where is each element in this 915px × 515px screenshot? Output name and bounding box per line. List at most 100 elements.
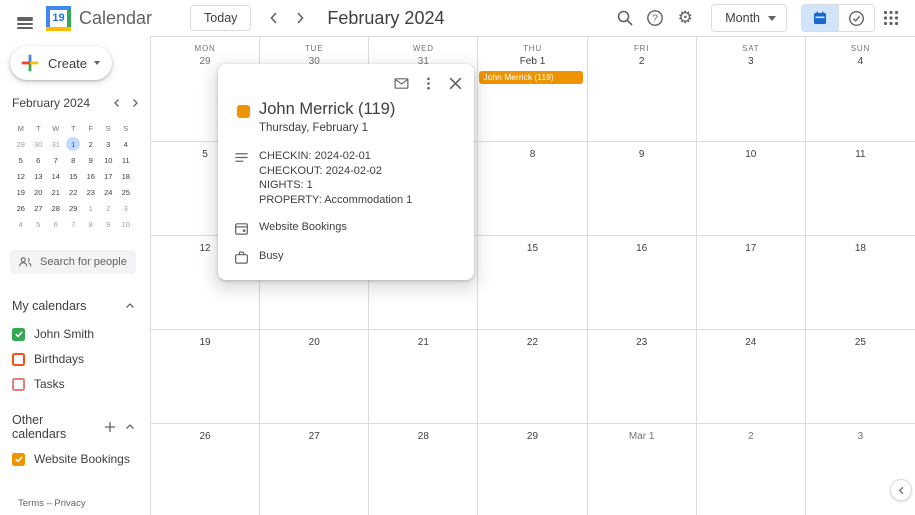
day-cell[interactable]: Mar 1 bbox=[588, 424, 697, 515]
day-cell[interactable]: 27 bbox=[260, 424, 369, 515]
mini-day[interactable]: 3 bbox=[117, 200, 135, 216]
show-side-panel-button[interactable] bbox=[890, 479, 912, 501]
search-for-people-input[interactable]: Search for people bbox=[10, 250, 136, 274]
day-cell[interactable]: 22 bbox=[478, 330, 587, 424]
day-cell[interactable]: FRI2 bbox=[588, 37, 697, 142]
mini-day[interactable]: 27 bbox=[30, 200, 48, 216]
view-selector-dropdown[interactable]: Month bbox=[711, 4, 787, 32]
day-cell[interactable]: SAT3 bbox=[697, 37, 806, 142]
close-button[interactable] bbox=[445, 73, 465, 93]
mini-day[interactable]: 13 bbox=[30, 168, 48, 184]
mini-day[interactable]: 2 bbox=[100, 200, 118, 216]
mini-day[interactable]: 10 bbox=[117, 216, 135, 232]
calendar-checkbox[interactable] bbox=[12, 378, 25, 391]
today-button[interactable]: Today bbox=[190, 5, 251, 31]
mini-day[interactable]: 11 bbox=[117, 152, 135, 168]
mini-prev-month-button[interactable] bbox=[108, 94, 126, 112]
main-menu-button[interactable] bbox=[8, 4, 42, 32]
day-cell[interactable]: 23 bbox=[588, 330, 697, 424]
mini-day[interactable]: 18 bbox=[117, 168, 135, 184]
options-button[interactable] bbox=[418, 73, 438, 93]
mini-day[interactable]: 7 bbox=[65, 216, 83, 232]
mini-day[interactable]: 4 bbox=[117, 136, 135, 152]
mini-day[interactable]: 20 bbox=[30, 184, 48, 200]
day-cell[interactable]: 18 bbox=[806, 236, 915, 330]
mini-day[interactable]: 10 bbox=[100, 152, 118, 168]
terms-privacy-links[interactable]: Terms – Privacy bbox=[18, 498, 86, 509]
mini-next-month-button[interactable] bbox=[126, 94, 144, 112]
mini-day[interactable]: 3 bbox=[100, 136, 118, 152]
day-cell[interactable]: 26 bbox=[151, 424, 260, 515]
calendar-list-item[interactable]: Birthdays bbox=[12, 352, 140, 366]
day-cell[interactable]: 20 bbox=[260, 330, 369, 424]
day-cell[interactable]: 29 bbox=[478, 424, 587, 515]
mini-day[interactable]: 6 bbox=[30, 152, 48, 168]
mini-day[interactable]: 4 bbox=[12, 216, 30, 232]
mini-day[interactable]: 9 bbox=[100, 216, 118, 232]
day-cell[interactable]: 11 bbox=[806, 142, 915, 236]
mini-day[interactable]: 30 bbox=[30, 136, 48, 152]
day-cell[interactable]: 10 bbox=[697, 142, 806, 236]
mini-day[interactable]: 9 bbox=[82, 152, 100, 168]
settings-button[interactable]: ⚙ bbox=[671, 4, 699, 32]
day-cell[interactable]: 25 bbox=[806, 330, 915, 424]
mini-day[interactable]: 22 bbox=[65, 184, 83, 200]
day-cell[interactable]: 24 bbox=[697, 330, 806, 424]
calendar-list-item[interactable]: Tasks bbox=[12, 377, 140, 391]
mini-day[interactable]: 12 bbox=[12, 168, 30, 184]
mini-day[interactable]: 31 bbox=[47, 136, 65, 152]
mini-day[interactable]: 15 bbox=[65, 168, 83, 184]
mini-day[interactable]: 21 bbox=[47, 184, 65, 200]
day-cell[interactable]: 15 bbox=[478, 236, 587, 330]
mini-day[interactable]: 29 bbox=[65, 200, 83, 216]
mini-day[interactable]: 16 bbox=[82, 168, 100, 184]
calendar-checkbox[interactable] bbox=[12, 353, 25, 366]
day-cell[interactable]: SUN4 bbox=[806, 37, 915, 142]
day-cell[interactable]: 8 bbox=[478, 142, 587, 236]
google-apps-button[interactable] bbox=[877, 4, 905, 32]
mini-day[interactable]: 26 bbox=[12, 200, 30, 216]
calendar-checkbox[interactable] bbox=[12, 328, 25, 341]
mini-day[interactable]: 24 bbox=[100, 184, 118, 200]
mini-day[interactable]: 17 bbox=[100, 168, 118, 184]
day-cell[interactable]: 9 bbox=[588, 142, 697, 236]
mini-day[interactable]: 8 bbox=[82, 216, 100, 232]
day-cell[interactable]: 16 bbox=[588, 236, 697, 330]
day-cell[interactable]: 28 bbox=[369, 424, 478, 515]
day-cell[interactable]: 3 bbox=[806, 424, 915, 515]
calendar-list-item[interactable]: Website Bookings bbox=[12, 452, 140, 466]
mini-day[interactable]: 5 bbox=[30, 216, 48, 232]
mini-day[interactable]: 28 bbox=[47, 200, 65, 216]
next-month-button[interactable] bbox=[287, 4, 313, 32]
mini-day[interactable]: 14 bbox=[47, 168, 65, 184]
mini-day[interactable]: 1 bbox=[82, 200, 100, 216]
mini-day[interactable]: 23 bbox=[82, 184, 100, 200]
mini-day[interactable]: 19 bbox=[12, 184, 30, 200]
mini-day[interactable]: 6 bbox=[47, 216, 65, 232]
mini-day[interactable]: 29 bbox=[12, 136, 30, 152]
calendar-list-item[interactable]: John Smith bbox=[12, 327, 140, 341]
create-button[interactable]: Create bbox=[10, 46, 112, 80]
day-cell[interactable]: 21 bbox=[369, 330, 478, 424]
add-other-calendars-button[interactable] bbox=[100, 417, 120, 437]
collapse-other-calendars-button[interactable] bbox=[120, 417, 140, 437]
search-button[interactable] bbox=[611, 4, 639, 32]
email-guests-button[interactable] bbox=[391, 73, 411, 93]
tasks-view-toggle[interactable] bbox=[838, 5, 874, 31]
calendar-view-toggle[interactable] bbox=[802, 5, 838, 31]
mini-day[interactable]: 25 bbox=[117, 184, 135, 200]
calendar-checkbox[interactable] bbox=[12, 453, 25, 466]
help-button[interactable]: ? bbox=[641, 4, 669, 32]
mini-day[interactable]: 8 bbox=[65, 152, 83, 168]
prev-month-button[interactable] bbox=[261, 4, 287, 32]
mini-day[interactable]: 2 bbox=[82, 136, 100, 152]
mini-day-selected[interactable]: 1 bbox=[65, 136, 83, 152]
collapse-my-calendars-button[interactable] bbox=[120, 296, 140, 316]
day-cell[interactable]: THUFeb 1John Merrick (119) bbox=[478, 37, 587, 142]
day-cell[interactable]: 2 bbox=[697, 424, 806, 515]
day-cell[interactable]: 17 bbox=[697, 236, 806, 330]
calendar-logo-icon[interactable]: 19 bbox=[46, 6, 71, 31]
mini-day[interactable]: 5 bbox=[12, 152, 30, 168]
event-chip[interactable]: John Merrick (119) bbox=[479, 71, 582, 84]
mini-day[interactable]: 7 bbox=[47, 152, 65, 168]
